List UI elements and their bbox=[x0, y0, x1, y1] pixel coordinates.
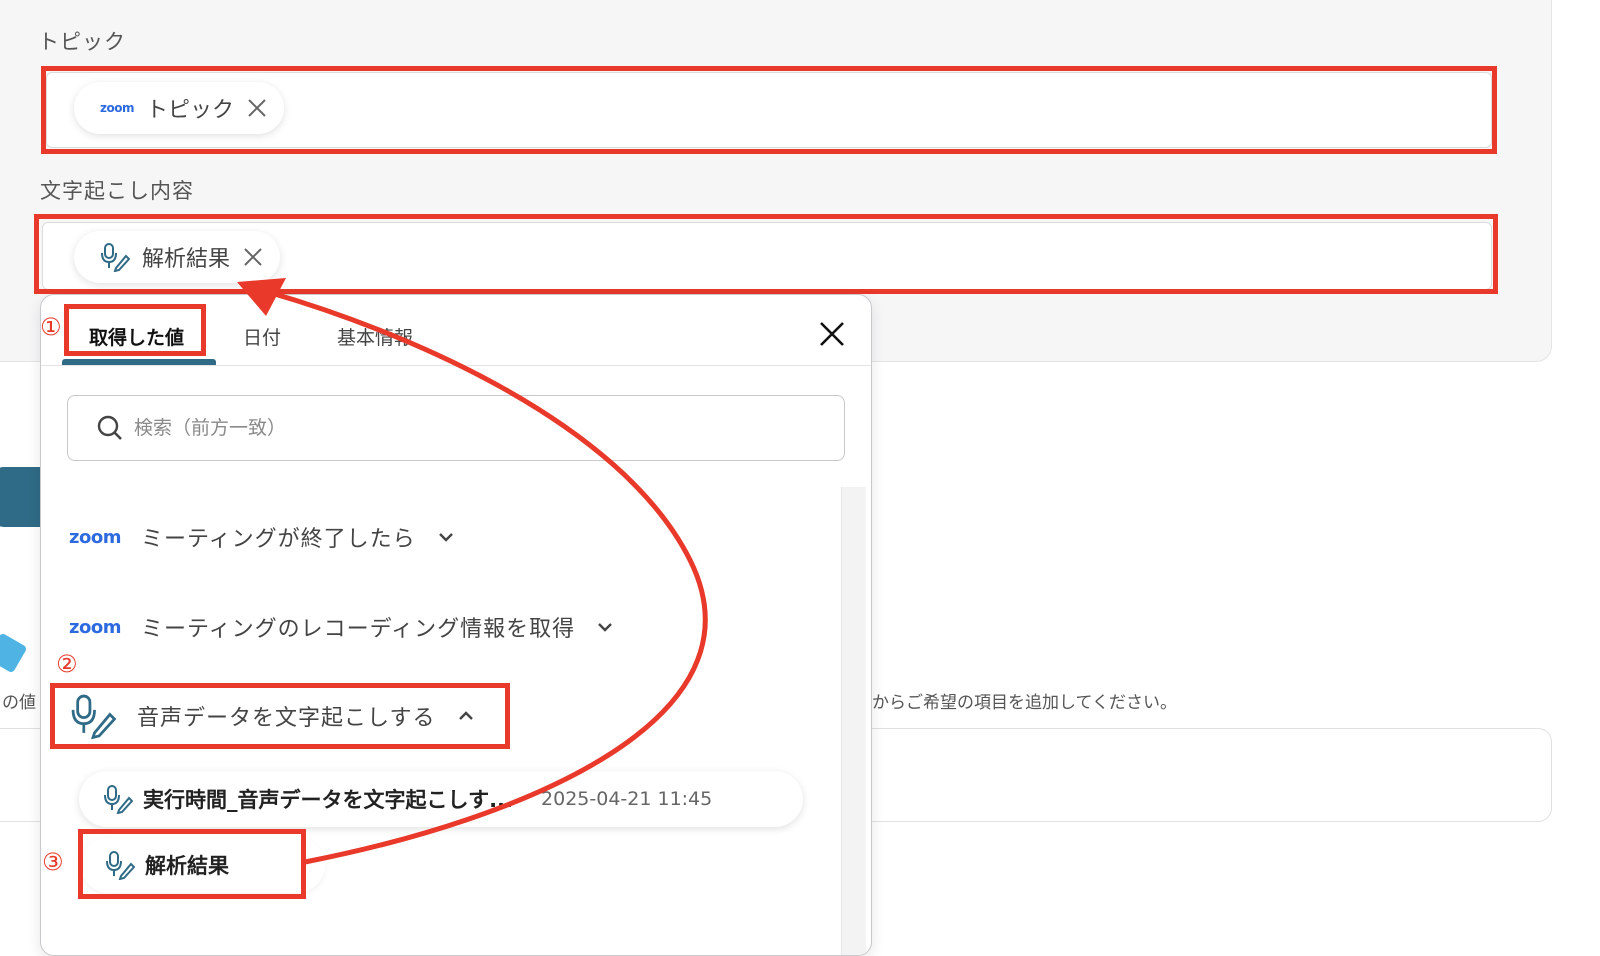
zoom-logo: zoom bbox=[69, 616, 121, 638]
mic-pen-icon bbox=[101, 243, 130, 272]
tab-date[interactable]: 日付 bbox=[243, 323, 281, 350]
step-2-marker: ② bbox=[56, 650, 78, 678]
mic-pen-icon bbox=[104, 785, 133, 814]
remove-chip-icon[interactable] bbox=[246, 97, 268, 119]
search-icon bbox=[97, 415, 122, 440]
value-item-analysis-result[interactable]: 解析結果 bbox=[81, 837, 325, 893]
zoom-logo: zoom bbox=[69, 526, 121, 548]
value-item-execution-time[interactable]: 実行時間_音声データを文字起こしす... 2025-04-21 11:45 bbox=[79, 771, 803, 827]
transcript-chip[interactable]: 解析結果 bbox=[74, 231, 281, 283]
value-timestamp: 2025-04-21 11:45 bbox=[541, 788, 713, 810]
section-label: ミーティングのレコーディング情報を取得 bbox=[140, 617, 576, 642]
transcript-chip-label: 解析結果 bbox=[142, 247, 231, 272]
step-3-marker: ③ bbox=[42, 848, 64, 876]
remove-chip-icon[interactable] bbox=[242, 246, 264, 268]
chevron-up-icon bbox=[458, 711, 473, 720]
mic-pen-icon bbox=[106, 851, 135, 880]
value-label: 解析結果 bbox=[145, 854, 229, 878]
chevron-down-icon bbox=[438, 533, 453, 542]
section-recording-info[interactable]: zoom ミーティングのレコーディング情報を取得 bbox=[69, 611, 615, 643]
scrollbar[interactable] bbox=[841, 487, 866, 955]
topic-label: トピック bbox=[38, 30, 126, 54]
search-input[interactable] bbox=[132, 416, 736, 440]
chevron-down-icon bbox=[598, 623, 612, 632]
background-text-left: の値 bbox=[2, 693, 36, 713]
topic-chip-label: トピック bbox=[145, 98, 234, 123]
mic-pen-icon bbox=[71, 694, 117, 739]
tab-basic-info[interactable]: 基本情報 bbox=[337, 323, 413, 350]
section-meeting-ended[interactable]: zoom ミーティングが終了したら bbox=[69, 521, 456, 553]
close-icon[interactable] bbox=[817, 319, 847, 349]
value-label: 実行時間_音声データを文字起こしす... bbox=[143, 788, 514, 812]
section-transcribe-audio[interactable]: 音声データを文字起こしする bbox=[69, 693, 476, 739]
background-help-text: からご希望の項目を追加してください。 bbox=[872, 693, 1177, 713]
zoom-logo: zoom bbox=[100, 101, 134, 115]
topic-chip[interactable]: zoom トピック bbox=[74, 82, 284, 134]
search-box[interactable] bbox=[67, 395, 845, 461]
section-label: ミーティングが終了したら bbox=[140, 527, 416, 552]
step-1-marker: ① bbox=[40, 313, 62, 341]
background-badge-icon bbox=[0, 632, 28, 674]
transcript-label: 文字起こし内容 bbox=[40, 179, 194, 203]
value-picker-dropdown: 取得した値 日付 基本情報 zoom ミーティングが終了したら zoom ミーテ… bbox=[40, 294, 872, 956]
tab-acquired-values[interactable]: 取得した値 bbox=[89, 323, 184, 350]
section-label: 音声データを文字起こしする bbox=[137, 706, 436, 731]
background-box-right bbox=[860, 728, 1552, 822]
tab-divider bbox=[41, 365, 871, 366]
